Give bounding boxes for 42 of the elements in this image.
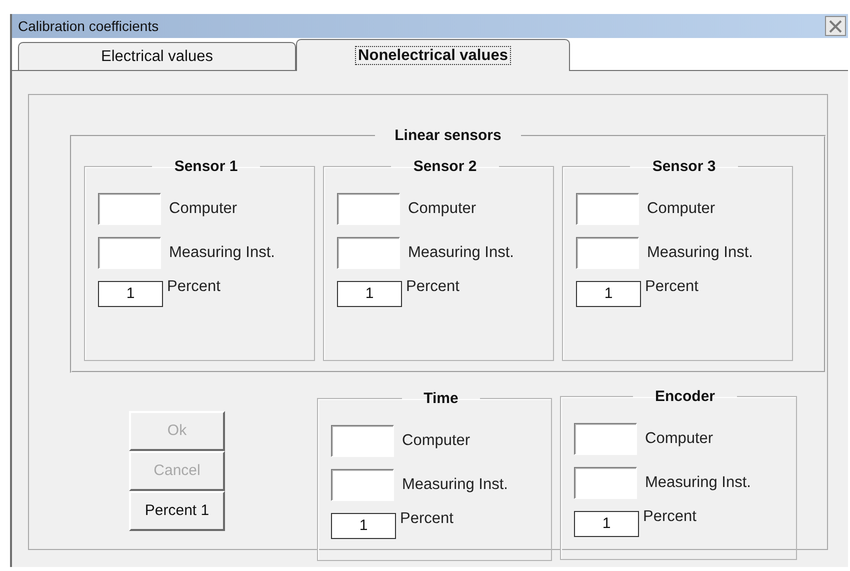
tab[interactable]: Electrical values — [18, 42, 296, 70]
dialog-button[interactable]: Percent 1 — [129, 490, 225, 531]
group-title: Sensor 2 — [412, 158, 478, 176]
input-field[interactable]: 1 — [574, 510, 639, 537]
input-field[interactable] — [98, 192, 161, 225]
group-title: Time — [422, 390, 460, 408]
group-title: Sensor 3 — [651, 158, 717, 176]
field-label: Percent — [400, 510, 454, 528]
input-field[interactable] — [331, 468, 394, 501]
field-label: Measuring Inst. — [402, 476, 508, 494]
input-field[interactable] — [331, 424, 394, 457]
input-field[interactable] — [337, 236, 400, 269]
input-field[interactable]: 1 — [331, 512, 396, 539]
input-field[interactable] — [576, 192, 639, 225]
group-title: Sensor 1 — [173, 158, 239, 176]
input-field[interactable] — [574, 422, 637, 455]
input-field[interactable] — [337, 192, 400, 225]
field-label: Computer — [169, 200, 238, 218]
field-label: Measuring Inst. — [645, 474, 751, 492]
input-field[interactable]: 1 — [576, 280, 641, 307]
input-field[interactable]: 1 — [337, 280, 402, 307]
field-label: Percent — [643, 508, 696, 526]
field-label: Measuring Inst. — [169, 244, 275, 262]
field-label: Computer — [645, 430, 714, 448]
tab[interactable]: Nonelectrical values — [296, 39, 570, 71]
input-field[interactable] — [576, 236, 639, 269]
field-label: Percent — [645, 278, 698, 296]
field-label: Computer — [408, 200, 476, 218]
window-title: Calibration coefficients — [18, 18, 159, 34]
group-title: Linear sensors — [394, 127, 502, 145]
group-title: Encoder — [654, 388, 716, 406]
input-field[interactable]: 1 — [98, 280, 163, 307]
field-label: Computer — [647, 200, 716, 218]
input-field[interactable] — [98, 236, 161, 269]
close-icon — [829, 20, 842, 32]
field-label: Computer — [402, 432, 470, 450]
field-label: Measuring Inst. — [408, 244, 514, 262]
field-label: Measuring Inst. — [647, 244, 753, 262]
field-label: Percent — [406, 278, 460, 296]
input-field[interactable] — [574, 466, 637, 499]
close-button[interactable] — [825, 16, 846, 36]
field-label: Percent — [167, 278, 220, 296]
